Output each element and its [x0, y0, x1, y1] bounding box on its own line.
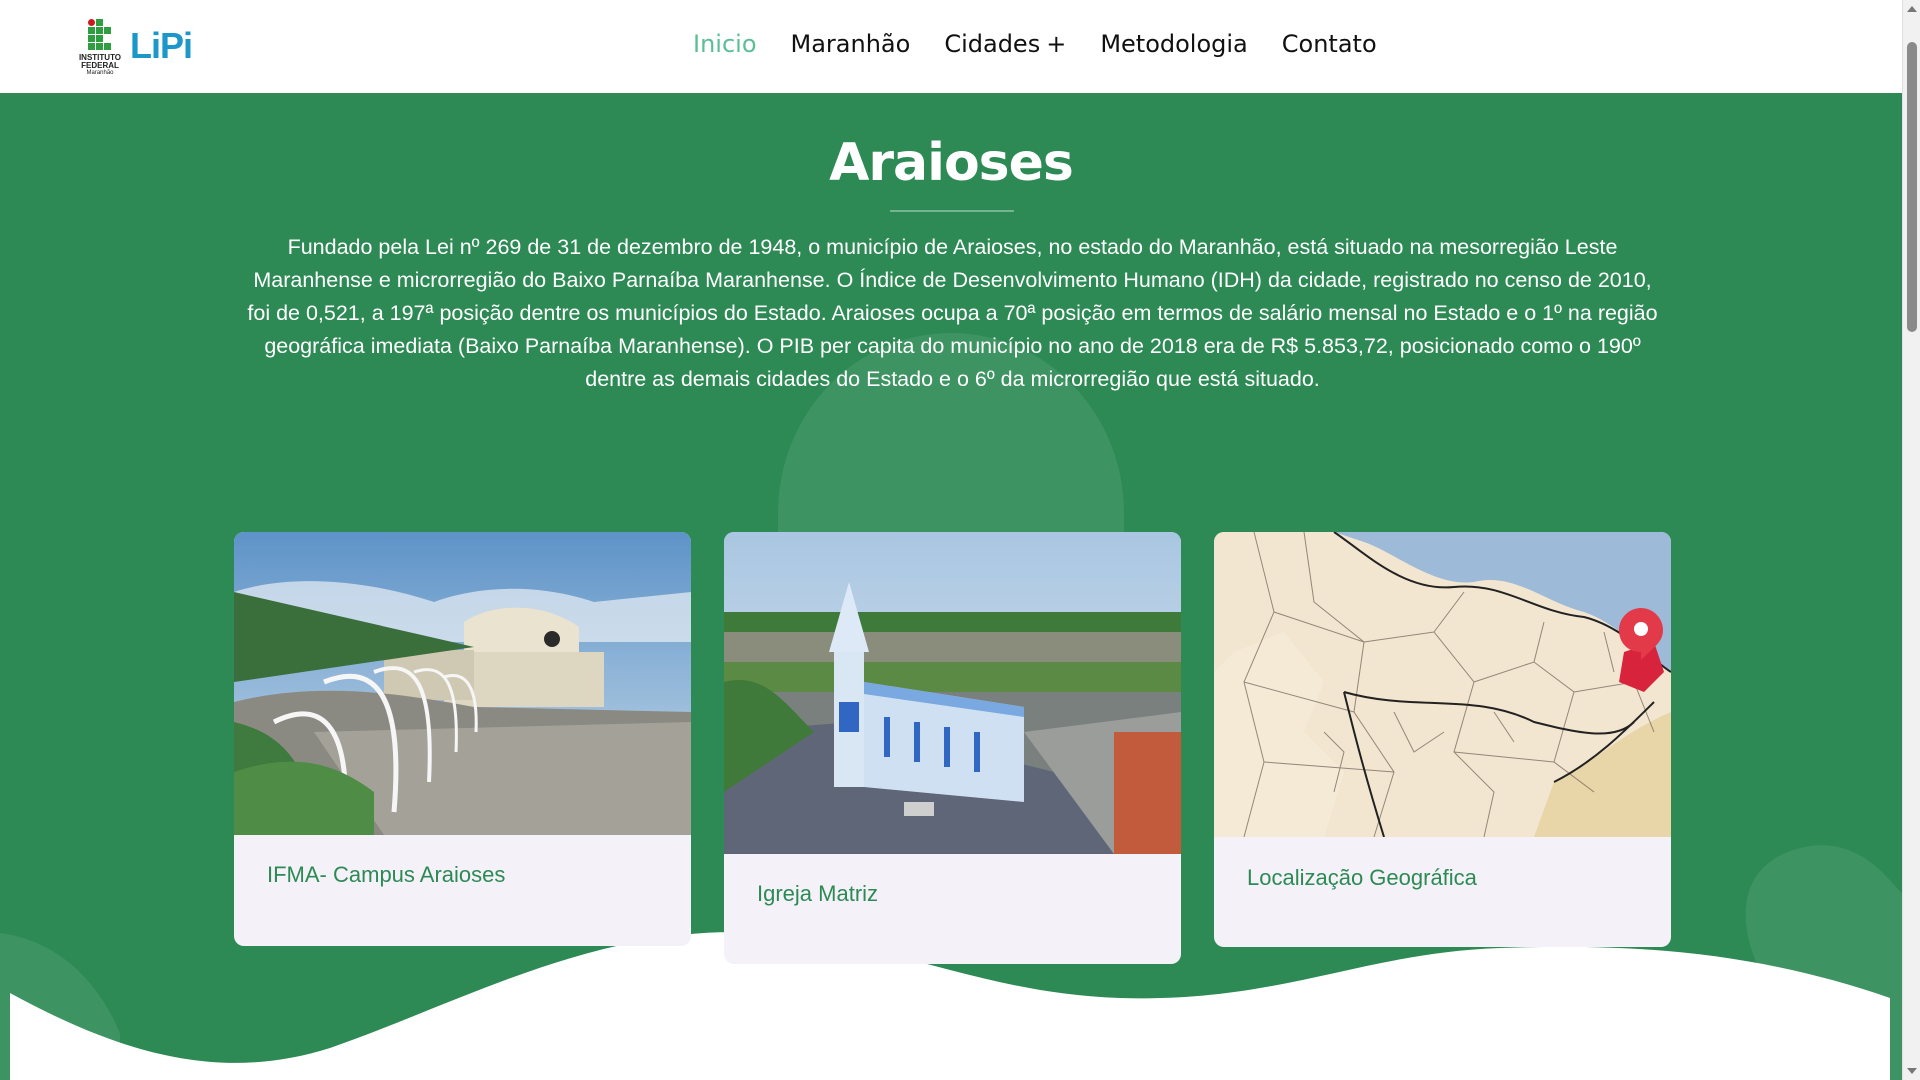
nav-item-cidades-label: Cidades: [944, 30, 1041, 58]
scroll-up-arrow-icon[interactable]: [1907, 6, 1917, 12]
nav-item-metodologia[interactable]: Metodologia: [1100, 30, 1247, 58]
nav-item-maranhao[interactable]: Maranhão: [791, 30, 911, 58]
scroll-down-arrow-icon[interactable]: [1907, 1068, 1917, 1074]
if-emblem-icon: [88, 19, 112, 53]
ifma-logo: INSTITUTO FEDERAL Maranhão: [76, 17, 124, 77]
location-map-image: [1214, 532, 1671, 837]
scrollbar-thumb[interactable]: [1907, 42, 1917, 332]
card-igreja-matriz-title: Igreja Matriz: [757, 881, 879, 906]
site-logo[interactable]: INSTITUTO FEDERAL Maranhão LiPi: [76, 17, 198, 77]
ifma-logo-line-2: FEDERAL: [81, 61, 119, 70]
nav-item-contato[interactable]: Contato: [1282, 30, 1377, 58]
site-header: INSTITUTO FEDERAL Maranhão LiPi Inicio M…: [0, 0, 1902, 93]
plus-icon: +: [1046, 30, 1067, 58]
card-igreja-matriz[interactable]: Igreja Matriz: [724, 532, 1181, 964]
ifma-logo-line-3: Maranhão: [86, 70, 114, 76]
page-scrollbar[interactable]: [1902, 0, 1920, 1080]
card-localizacao-geografica[interactable]: Localização Geográfica: [1214, 532, 1671, 947]
card-ifma-campus[interactable]: IFMA- Campus Araioses: [234, 532, 691, 946]
main-nav: Inicio Maranhão Cidades + Metodologia Con…: [693, 30, 1411, 58]
lipi-logo-text: LiPi: [130, 25, 193, 66]
nav-item-inicio[interactable]: Inicio: [693, 30, 757, 58]
title-divider: [890, 210, 1014, 212]
igreja-matriz-photo: [724, 532, 1181, 854]
nav-item-cidades[interactable]: Cidades +: [944, 30, 1066, 58]
card-ifma-campus-title: IFMA- Campus Araioses: [267, 862, 506, 887]
city-hero-section: Araioses Fundado pela Lei nº 269 de 31 d…: [0, 93, 1902, 1080]
city-description: Fundado pela Lei nº 269 de 31 de dezembr…: [247, 235, 1658, 391]
card-localizacao-geografica-title: Localização Geográfica: [1247, 865, 1477, 890]
page-title: Araioses: [829, 133, 1074, 193]
ifma-campus-photo: [234, 532, 691, 835]
